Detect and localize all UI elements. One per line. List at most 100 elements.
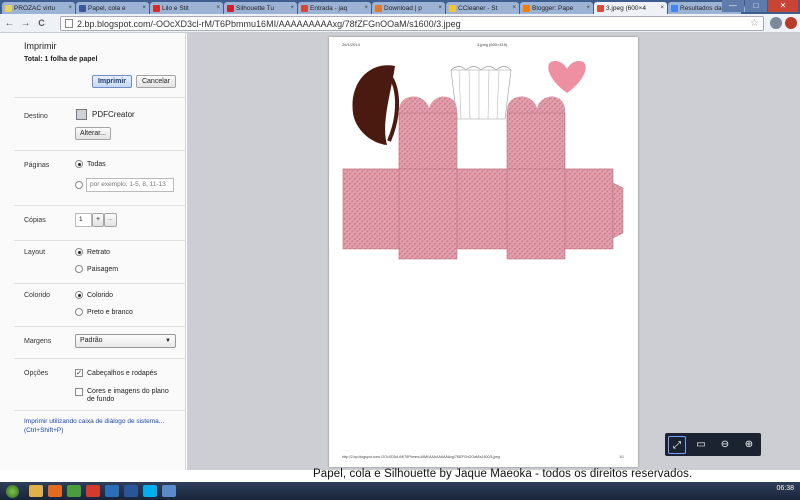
headers-footers-checkbox[interactable]: ✓ (75, 369, 83, 377)
skype-icon[interactable] (143, 485, 157, 497)
favicon-icon (79, 4, 86, 12)
pages-custom-radio[interactable] (75, 181, 83, 189)
firefox-icon[interactable] (48, 485, 62, 497)
copies-decrement-button[interactable]: – (104, 213, 117, 227)
divider (14, 283, 186, 284)
copies-input[interactable]: 1 (75, 213, 92, 227)
fit-width-icon[interactable]: ▭ (692, 436, 710, 454)
pages-range-input[interactable]: por exemplo, 1-5, 8, 11-13 (86, 178, 174, 192)
browser-tab[interactable]: Papel, cola e × (76, 2, 149, 14)
pages-all-label: Todas (87, 161, 106, 168)
close-tab-icon[interactable]: × (364, 5, 368, 11)
clock: 06:38 (776, 485, 794, 492)
photoshop-icon[interactable] (105, 485, 119, 497)
print-total: Total: 1 folha de papel (24, 56, 98, 63)
copies-increment-button[interactable]: + (92, 213, 104, 227)
reload-button[interactable]: C (35, 17, 48, 30)
close-tab-icon[interactable]: × (512, 5, 516, 11)
margins-value: Padrão (80, 337, 103, 344)
explorer-icon[interactable] (29, 485, 43, 497)
browser-tab[interactable]: PROZAC virtu × (2, 2, 75, 14)
start-button[interactable] (6, 484, 19, 498)
browser-tab[interactable]: Silhouette Tu × (224, 2, 297, 14)
color-radio[interactable] (75, 291, 83, 299)
address-bar[interactable]: 2.bp.blogspot.com/-OOcXD3cl-rM/T6Pbmmu16… (60, 16, 764, 31)
close-tab-icon[interactable]: × (586, 5, 590, 11)
print-preview-area: 26/1/2014 3.jpeg (600×415) http://2.bp.b… (187, 33, 800, 470)
page-header-title: 3.jpeg (600×415) (477, 42, 508, 47)
tab-title: Download | p (384, 4, 422, 12)
favicon-icon (227, 4, 234, 12)
chevron-down-icon: ▼ (165, 338, 171, 344)
headers-footers-label: Cabeçalhos e rodapés (87, 370, 158, 377)
system-dialog-link[interactable]: Imprimir utilizando caixa de diálogo de … (24, 417, 179, 435)
browser-tab[interactable]: Download | p × (372, 2, 445, 14)
landscape-radio[interactable] (75, 265, 83, 273)
bw-radio[interactable] (75, 308, 83, 316)
close-tab-icon[interactable]: × (290, 5, 294, 11)
close-tab-icon[interactable]: × (142, 5, 146, 11)
bw-option-label: Preto e branco (87, 309, 133, 316)
tab-title: Entrada - jaq (310, 4, 348, 12)
taskbar: 06:38 (0, 482, 800, 500)
tab-title: CCleaner - St (458, 4, 498, 12)
favicon-icon (301, 4, 308, 12)
close-tab-icon[interactable]: × (438, 5, 442, 11)
back-button[interactable]: ← (3, 17, 16, 30)
settings-icon[interactable] (785, 17, 797, 29)
copies-label: Cópias (24, 217, 46, 224)
chrome-icon[interactable] (67, 485, 81, 497)
extension-icon[interactable] (770, 17, 782, 29)
browser-tab[interactable]: Lilo e Stit × (150, 2, 223, 14)
margins-label: Margens (24, 338, 52, 345)
favicon-icon (449, 4, 456, 12)
close-tab-icon[interactable]: × (68, 5, 72, 11)
browser-tab[interactable]: Blogger: Pape × (520, 2, 593, 14)
close-window-button[interactable]: ✕ (768, 0, 798, 12)
fit-page-icon[interactable]: ⤢ (668, 435, 686, 454)
options-label: Opções (24, 370, 49, 377)
pages-label: Páginas (24, 162, 50, 169)
color-option-label: Colorido (87, 292, 114, 299)
browser-tab[interactable]: CCleaner - St × (446, 2, 519, 14)
app-icon[interactable] (162, 485, 176, 497)
print-button[interactable]: Imprimir (92, 75, 132, 88)
print-title: Imprimir (24, 41, 57, 51)
backgrounds-checkbox[interactable] (75, 388, 83, 396)
printer-name: PDFCreator (92, 110, 135, 119)
window-controls: — □ ✕ (721, 0, 798, 12)
tab-title: Lilo e Stit (162, 4, 189, 12)
portrait-radio[interactable] (75, 248, 83, 256)
divider (14, 205, 186, 206)
minimize-button[interactable]: — (722, 0, 744, 12)
close-tab-icon[interactable]: × (660, 5, 664, 11)
bookmark-star-icon[interactable]: ☆ (750, 18, 759, 29)
change-destination-button[interactable]: Alterar... (75, 127, 111, 140)
printer-icon (76, 109, 87, 120)
print-settings-panel: Imprimir Total: 1 folha de papel Imprimi… (0, 33, 186, 470)
tab-title: 3.jpeg (600×4 (606, 4, 646, 12)
favicon-icon (597, 4, 604, 12)
destination-label: Destino (24, 113, 48, 120)
media-icon[interactable] (86, 485, 100, 497)
page-header-date: 26/1/2014 (342, 42, 360, 47)
divider (14, 240, 186, 241)
zoom-toolbar: ⤢ ▭ ⊖ ⊕ (665, 433, 761, 456)
maximize-button[interactable]: □ (745, 0, 767, 12)
browser-tab[interactable]: 3.jpeg (600×4 × (594, 2, 667, 14)
favicon-icon (153, 4, 160, 12)
page-footer-url: http://2.bp.blogspot.com/-OOcXD3cl-rM/T6… (342, 455, 500, 459)
forward-button[interactable]: → (19, 17, 32, 30)
zoom-in-icon[interactable]: ⊕ (740, 436, 758, 454)
browser-tab[interactable]: Entrada - jaq × (298, 2, 371, 14)
layout-label: Layout (24, 249, 46, 256)
close-tab-icon[interactable]: × (216, 5, 220, 11)
zoom-out-icon[interactable]: ⊖ (716, 436, 734, 454)
margins-select[interactable]: Padrão ▼ (75, 334, 176, 348)
pages-all-radio[interactable] (75, 160, 83, 168)
preview-page: 26/1/2014 3.jpeg (600×415) http://2.bp.b… (329, 37, 638, 467)
cancel-button[interactable]: Cancelar (136, 75, 176, 88)
divider (14, 358, 186, 359)
tab-title: Blogger: Pape (532, 4, 574, 12)
word-icon[interactable] (124, 485, 138, 497)
